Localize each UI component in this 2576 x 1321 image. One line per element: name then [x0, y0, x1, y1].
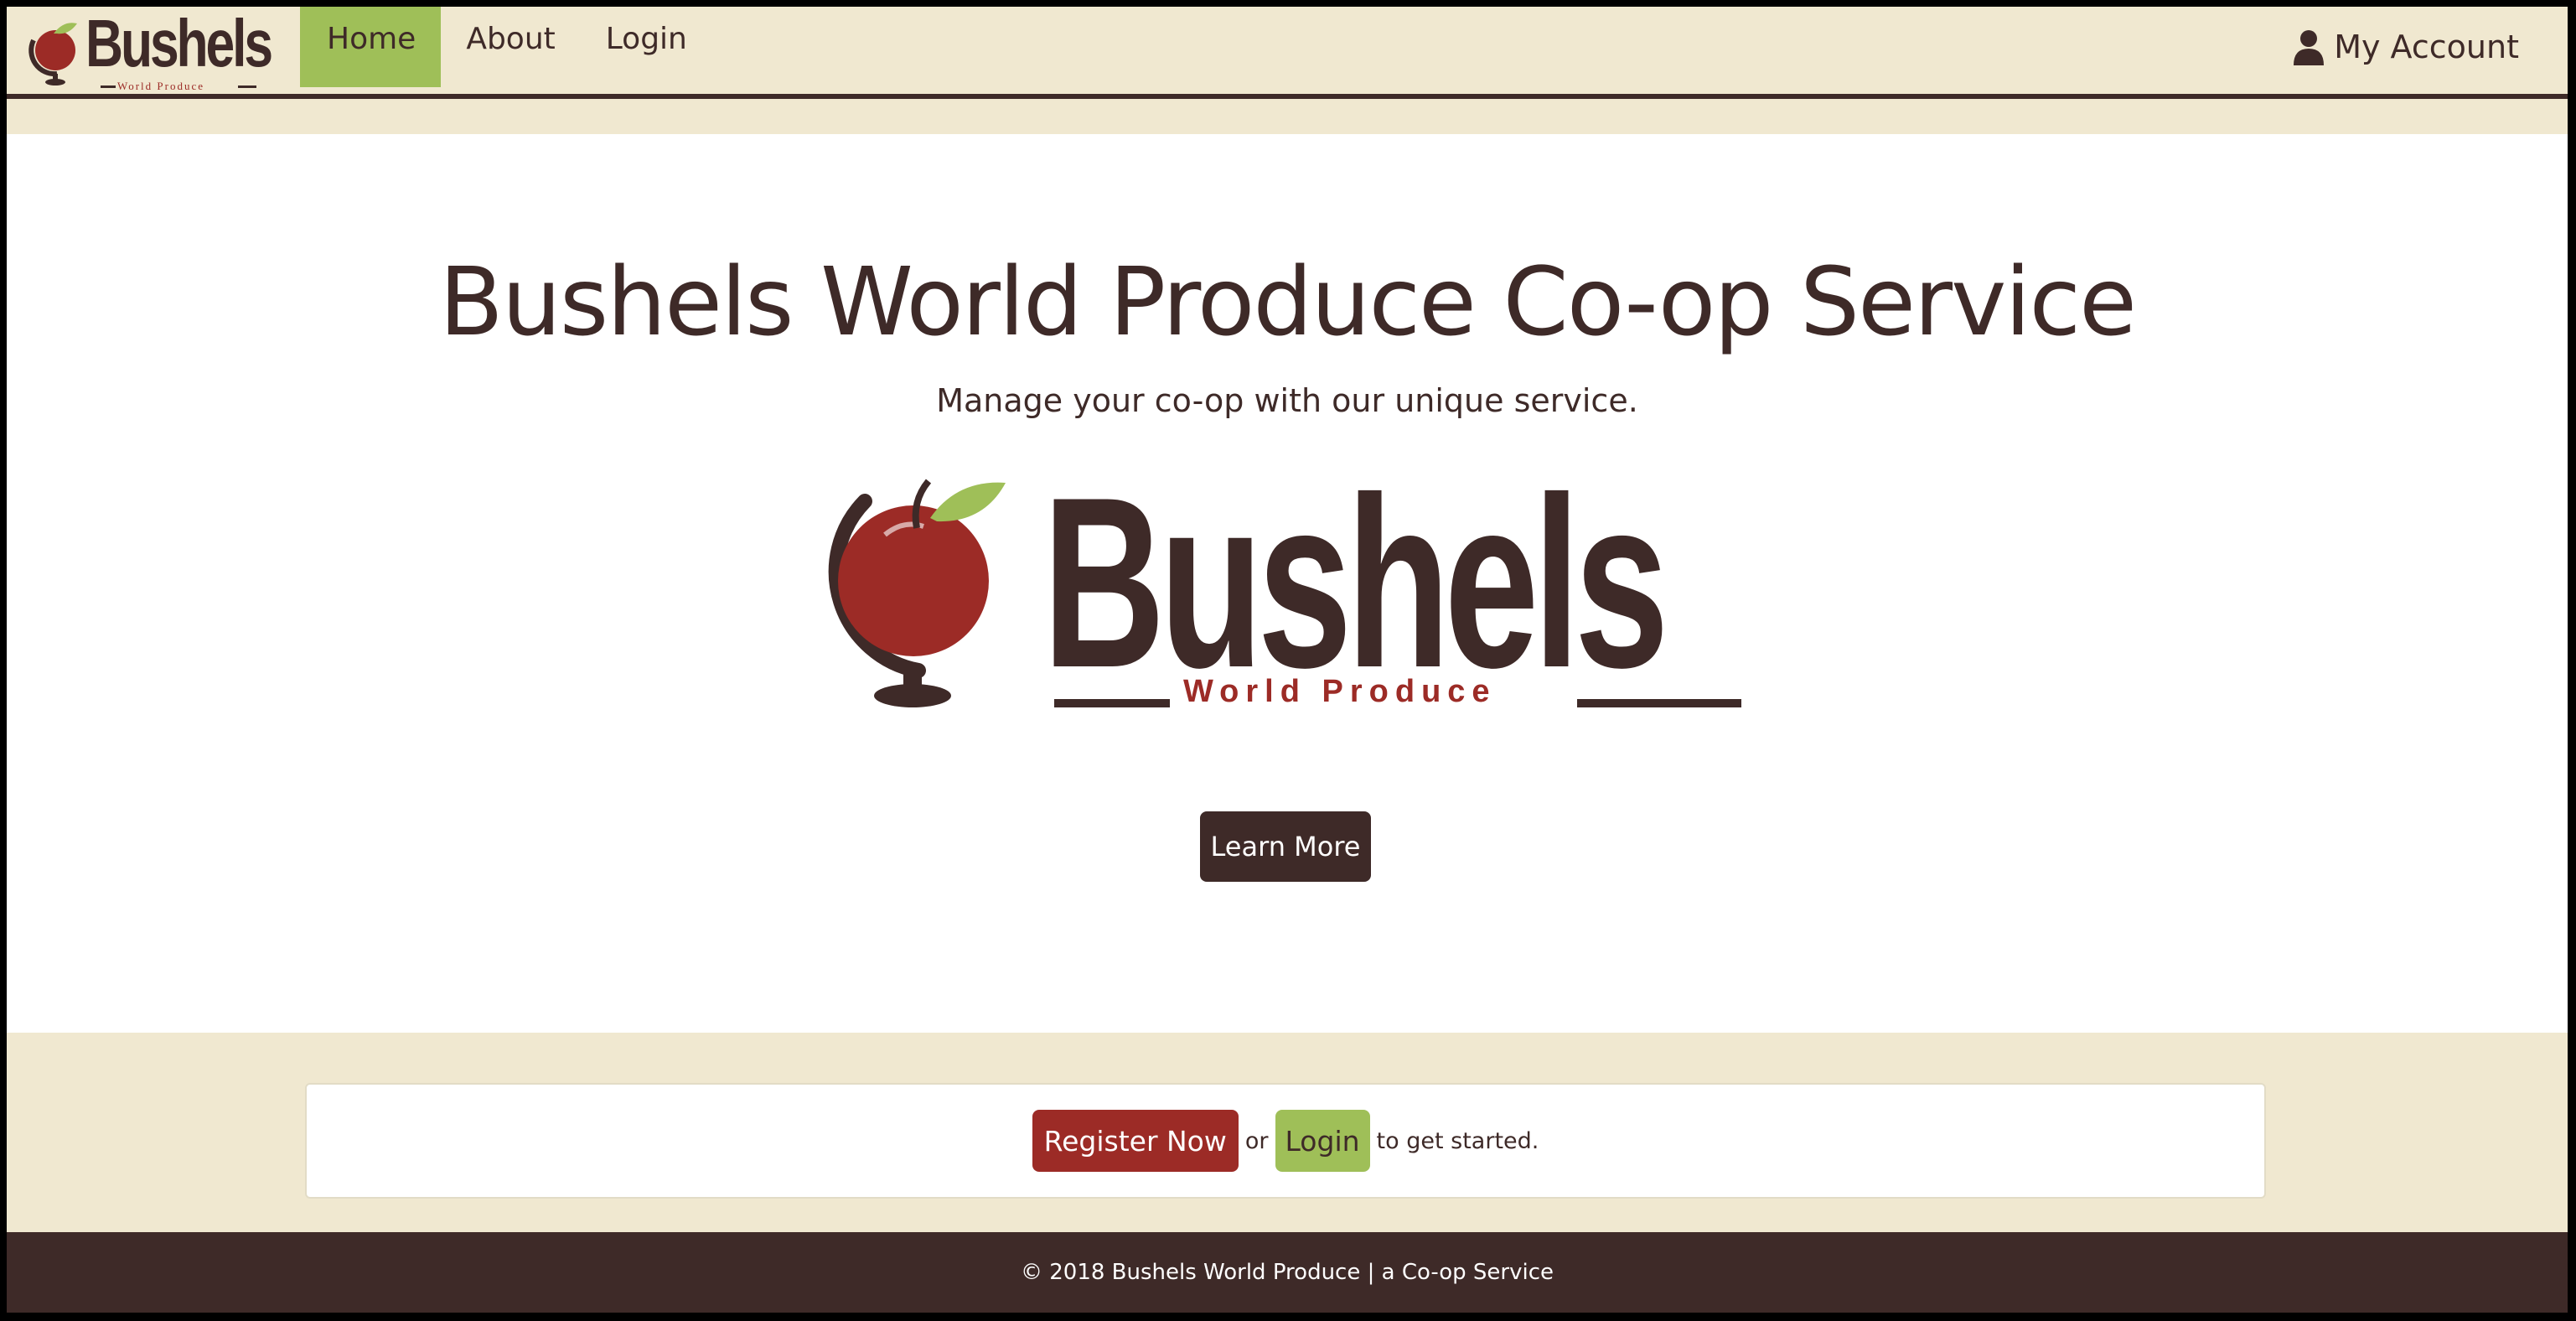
- get-started-text: to get started.: [1376, 1127, 1539, 1154]
- get-started-row: Register Now or Login to get started.: [307, 1085, 2264, 1197]
- my-account-link[interactable]: My Account: [2292, 28, 2519, 65]
- brand-rule-left: [101, 85, 116, 88]
- nav-about[interactable]: About: [441, 7, 580, 87]
- get-started-panel: Register Now or Login to get started.: [305, 1083, 2266, 1199]
- brand-tagline: World Produce: [117, 80, 205, 92]
- page-footer: © 2018 Bushels World Produce | a Co-op S…: [7, 1232, 2568, 1313]
- hero-logo: Bushels World Produce: [820, 461, 1741, 719]
- login-button[interactable]: Login: [1275, 1110, 1370, 1172]
- top-navbar: Bushels World Produce Home About Login M…: [7, 7, 2568, 99]
- main-nav: Home About Login: [300, 7, 712, 87]
- hero-logo-rule-right: [1577, 699, 1741, 707]
- user-icon: [2294, 30, 2325, 65]
- hero-title: Bushels World Produce Co-op Service: [439, 248, 2137, 357]
- apple-globe-logo-icon: [828, 479, 1006, 707]
- hero-logo-rule-left: [1054, 699, 1170, 707]
- apple-globe-icon: [28, 23, 77, 85]
- my-account-label: My Account: [2334, 28, 2519, 65]
- brand-rule-right: [238, 85, 256, 88]
- page-frame: Bushels World Produce Home About Login M…: [7, 7, 2568, 1313]
- hero-logo-wordmark: Bushels: [1042, 447, 1669, 718]
- nav-login[interactable]: Login: [581, 7, 712, 87]
- nav-home[interactable]: Home: [300, 7, 442, 87]
- hero-logo-tagline: World Produce: [1183, 674, 1497, 709]
- or-text: or: [1244, 1127, 1269, 1154]
- learn-more-button[interactable]: Learn More: [1200, 811, 1371, 882]
- hero-section: Bushels World Produce Co-op Service Mana…: [7, 134, 2568, 1033]
- brand-logo[interactable]: Bushels World Produce: [25, 10, 293, 92]
- hero-subtitle: Manage your co-op with our unique servic…: [936, 382, 1638, 419]
- register-now-button[interactable]: Register Now: [1032, 1110, 1239, 1172]
- footer-copyright: © 2018 Bushels World Produce | a Co-op S…: [1020, 1260, 1554, 1285]
- brand-wordmark: Bushels: [85, 7, 273, 80]
